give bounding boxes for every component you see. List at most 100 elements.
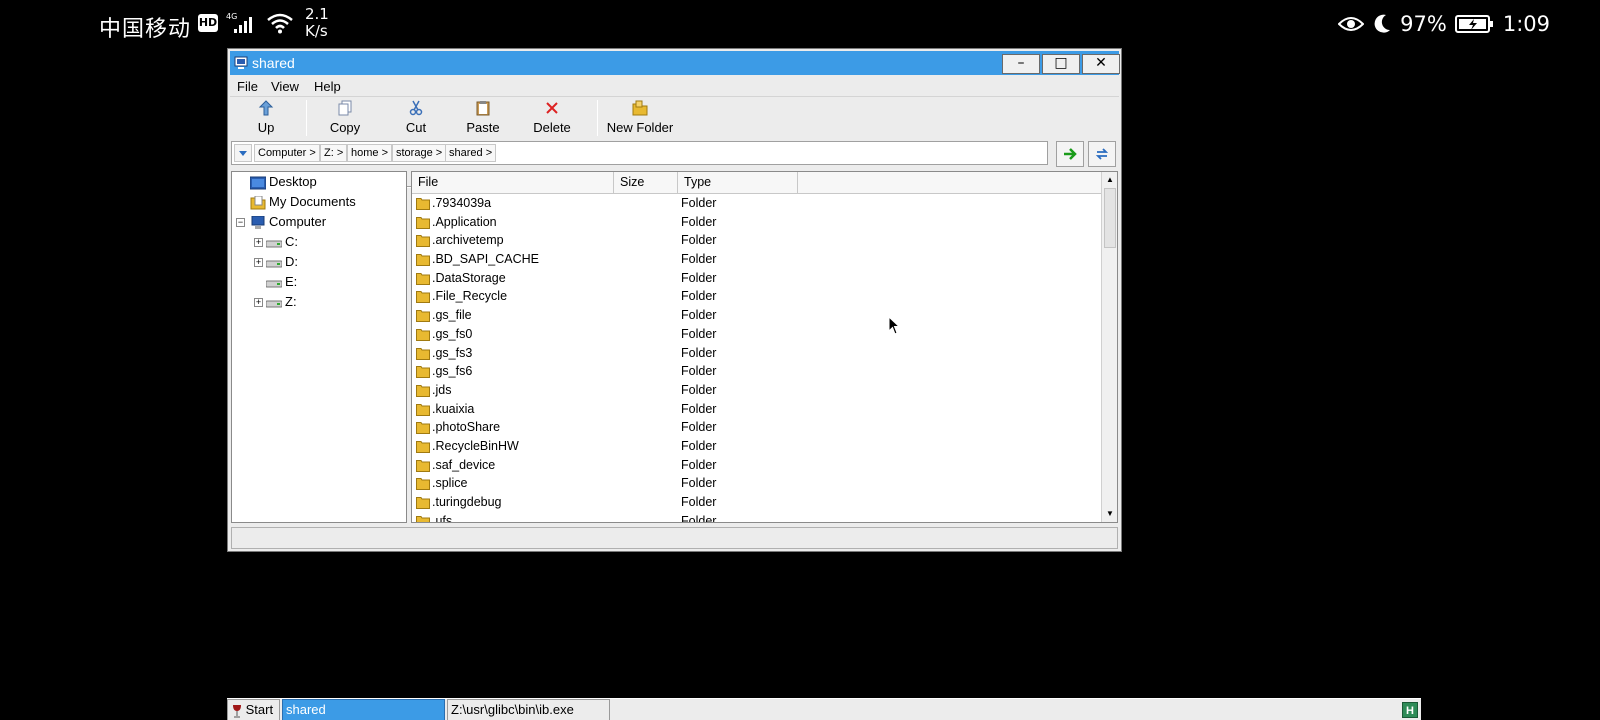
mouse-pointer-icon <box>888 316 901 335</box>
file-name: .gs_file <box>432 308 472 323</box>
tree-item-my-documents[interactable]: My Documents <box>250 192 356 212</box>
tree-item-computer[interactable]: Computer <box>250 212 326 232</box>
clock: 1:09 <box>1502 12 1550 36</box>
tree-item-drive-c[interactable]: C: <box>266 232 298 252</box>
title-bar[interactable]: shared – □ ✕ <box>230 51 1120 75</box>
copy-button[interactable]: Copy <box>320 98 370 140</box>
crumb-z-drive[interactable]: Z: > <box>320 144 348 162</box>
tree-item-drive-e[interactable]: E: <box>266 272 297 292</box>
folder-icon <box>416 366 430 379</box>
tree-item-desktop[interactable]: Desktop <box>250 172 317 192</box>
list-item[interactable]: .splice Folder <box>412 474 1102 493</box>
folder-icon <box>416 422 430 435</box>
maximize-button[interactable]: □ <box>1042 54 1080 74</box>
file-name: .archivetemp <box>432 233 504 248</box>
list-item[interactable]: .File_Recycle Folder <box>412 287 1102 306</box>
file-type: Folder <box>681 270 717 285</box>
folder-icon <box>416 254 430 267</box>
speed-value: 2.1 <box>305 5 329 23</box>
folder-icon <box>416 459 430 472</box>
drive-z-expand-toggle[interactable]: + <box>254 298 263 307</box>
tree-label-my-documents: My Documents <box>269 194 356 209</box>
folder-icon <box>416 478 430 491</box>
tray-h-icon[interactable]: H <box>1402 702 1418 718</box>
column-header-type[interactable]: Type <box>678 172 798 193</box>
list-item[interactable]: .7934039a Folder <box>412 194 1102 213</box>
list-item[interactable]: .BD_SAPI_CACHE Folder <box>412 250 1102 269</box>
column-header-size[interactable]: Size <box>614 172 678 193</box>
list-item[interactable]: .gs_fs6 Folder <box>412 362 1102 381</box>
file-type: Folder <box>681 513 717 523</box>
file-type: Folder <box>681 438 717 453</box>
vertical-scrollbar[interactable]: ▲ ▼ <box>1101 172 1117 522</box>
file-type: Folder <box>681 326 717 341</box>
menu-file[interactable]: File <box>237 79 258 94</box>
go-arrow-icon <box>1064 148 1077 160</box>
file-type: Folder <box>681 420 717 435</box>
address-bar[interactable]: Computer > Z: > home > storage > shared … <box>231 141 1048 165</box>
toolbar-separator <box>306 100 307 136</box>
folder-icon <box>416 403 430 416</box>
drive-c-expand-toggle[interactable]: + <box>254 238 263 247</box>
list-item[interactable]: .DataStorage Folder <box>412 269 1102 288</box>
crumb-home[interactable]: home > <box>347 144 392 162</box>
crumb-shared[interactable]: shared > <box>445 144 497 162</box>
list-item[interactable]: .kuaixia Folder <box>412 400 1102 419</box>
list-item[interactable]: .photoShare Folder <box>412 418 1102 437</box>
scrollbar-thumb[interactable] <box>1104 188 1116 248</box>
menu-help[interactable]: Help <box>314 79 341 94</box>
file-name: .kuaixia <box>432 401 475 416</box>
new-folder-icon <box>632 100 648 116</box>
delete-button[interactable]: Delete <box>528 98 576 140</box>
address-dropdown-button[interactable] <box>234 144 252 162</box>
scroll-up-arrow-icon[interactable]: ▲ <box>1103 173 1117 187</box>
list-item[interactable]: .gs_fs0 Folder <box>412 325 1102 344</box>
list-item[interactable]: .RecycleBinHW Folder <box>412 437 1102 456</box>
carrier-name: 中国移动 <box>99 17 192 42</box>
list-item[interactable]: .Application Folder <box>412 213 1102 232</box>
list-item[interactable]: .jds Folder <box>412 381 1102 400</box>
crumb-storage[interactable]: storage > <box>392 144 447 162</box>
new-folder-button[interactable]: New Folder <box>605 98 675 140</box>
tree-item-drive-d[interactable]: D: <box>266 252 298 272</box>
column-header-file[interactable]: File <box>412 172 614 193</box>
file-name: .RecycleBinHW <box>432 438 519 453</box>
desktop-icon <box>250 176 266 190</box>
list-item[interactable]: .saf_device Folder <box>412 456 1102 475</box>
taskbar-item-shared[interactable]: shared <box>282 699 445 720</box>
refresh-button[interactable] <box>1088 141 1116 167</box>
up-button[interactable]: Up <box>244 98 288 140</box>
documents-folder-icon <box>250 195 266 210</box>
close-button[interactable]: ✕ <box>1082 54 1120 74</box>
drive-d-expand-toggle[interactable]: + <box>254 258 263 267</box>
paste-button[interactable]: Paste <box>460 98 506 140</box>
taskbar-item-ib-exe[interactable]: Z:\usr\glibc\bin\ib.exe <box>447 699 610 720</box>
drive-icon <box>266 280 282 288</box>
tree-item-drive-z[interactable]: Z: <box>266 292 297 312</box>
folder-icon <box>416 347 430 360</box>
minimize-button[interactable]: – <box>1002 54 1040 74</box>
folder-icon <box>416 515 430 522</box>
list-item[interactable]: .ufs Folder <box>412 512 1102 523</box>
list-item[interactable]: .turingdebug Folder <box>412 493 1102 512</box>
start-button[interactable]: Start <box>227 699 280 720</box>
list-header: File Size Type <box>412 172 1102 194</box>
list-item[interactable]: .archivetemp Folder <box>412 231 1102 250</box>
paste-label: Paste <box>466 120 500 135</box>
computer-collapse-toggle[interactable]: − <box>236 218 245 227</box>
scroll-down-arrow-icon[interactable]: ▼ <box>1103 507 1117 521</box>
folder-tree: Desktop My Documents − Computer + C: + D… <box>231 171 407 523</box>
crumb-computer[interactable]: Computer > <box>254 144 320 162</box>
list-item[interactable]: .gs_file Folder <box>412 306 1102 325</box>
go-button[interactable] <box>1056 141 1084 167</box>
menu-view[interactable]: View <box>271 79 299 94</box>
menu-bar: File View Help <box>230 77 1119 97</box>
file-name: .BD_SAPI_CACHE <box>432 252 539 267</box>
copy-label: Copy <box>329 120 361 135</box>
folder-icon <box>416 291 430 304</box>
tree-label-desktop: Desktop <box>269 174 317 189</box>
cut-button[interactable]: Cut <box>396 98 436 140</box>
list-item[interactable]: .gs_fs3 Folder <box>412 344 1102 363</box>
file-type: Folder <box>681 233 717 248</box>
battery-percent: 97% <box>1400 12 1447 36</box>
